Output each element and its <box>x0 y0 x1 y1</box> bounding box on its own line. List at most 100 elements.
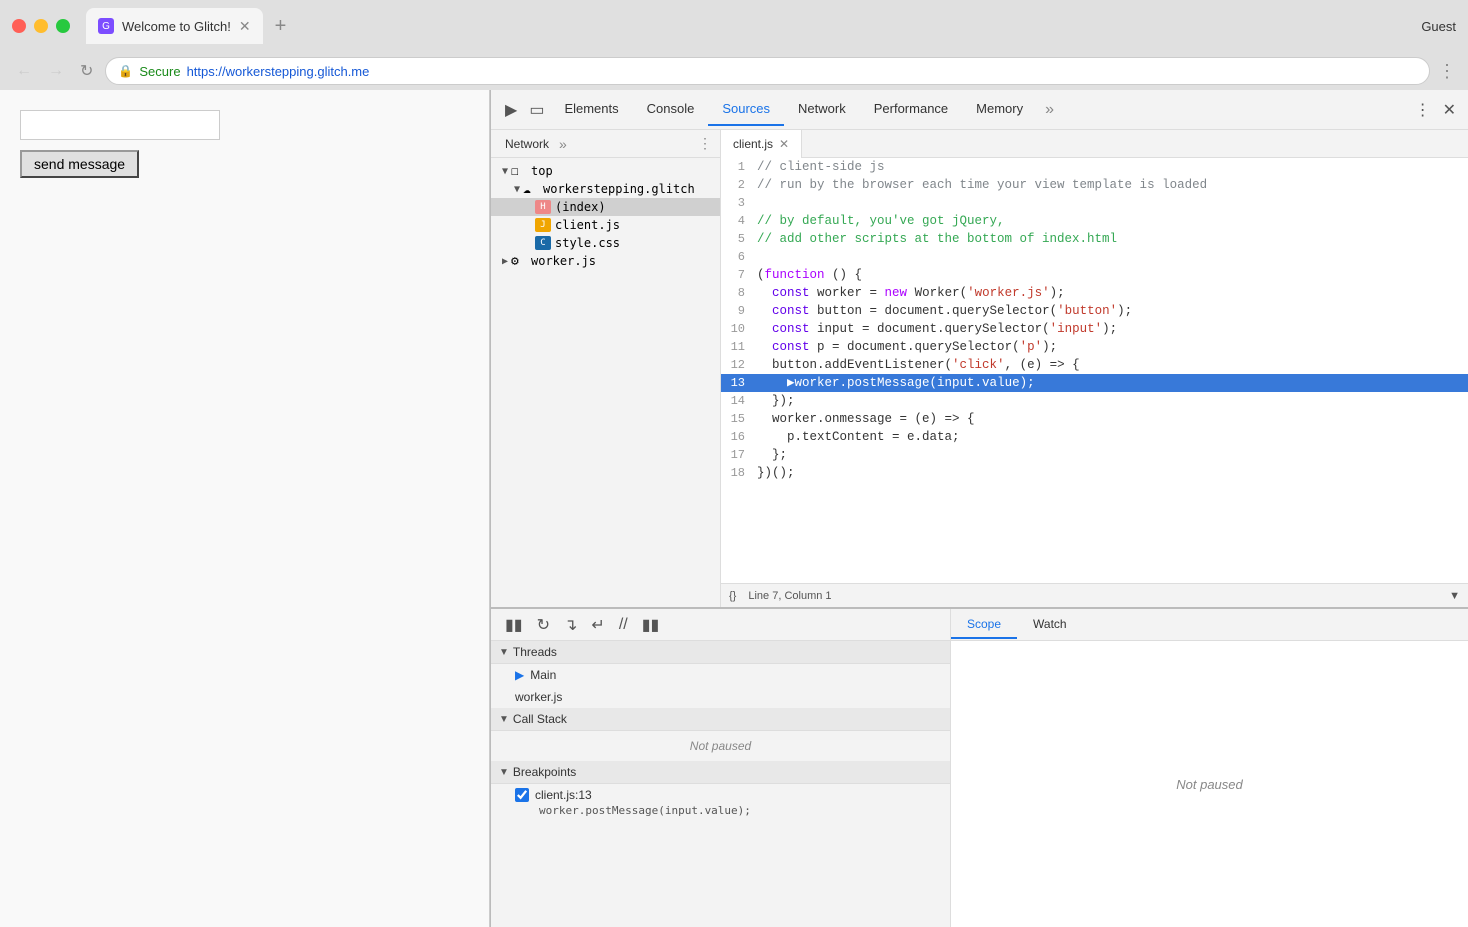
tab-network[interactable]: Network <box>784 93 860 126</box>
browser-chrome: G Welcome to Glitch! ✕ + Guest ← → ↻ 🔒 S… <box>0 0 1468 90</box>
url-text: https://workerstepping.glitch.me <box>187 64 370 79</box>
main-area: send message ▶ ▭ Elements Console Source… <box>0 90 1468 927</box>
tab-performance[interactable]: Performance <box>860 93 962 126</box>
tree-label-top: top <box>531 164 712 178</box>
network-tab-label[interactable]: Network <box>499 133 555 155</box>
threads-label: Threads <box>513 645 557 659</box>
code-line-2: 2 // run by the browser each time your v… <box>721 176 1468 194</box>
call-stack-arrow: ▼ <box>499 714 509 725</box>
code-line-8: 8 const worker = new Worker('worker.js')… <box>721 284 1468 302</box>
code-tab-clientjs[interactable]: client.js ✕ <box>721 130 802 158</box>
thread-item-worker[interactable]: worker.js <box>491 686 950 708</box>
tree-arrow-workerjs: ▶ <box>499 256 511 267</box>
breakpoint-checkbox-1[interactable] <box>515 788 529 802</box>
devtools-tabs-more[interactable]: » <box>1037 97 1062 123</box>
title-bar: G Welcome to Glitch! ✕ + Guest <box>0 0 1468 52</box>
file-panel-menu-button[interactable]: ⋮ <box>698 135 712 152</box>
devtools-close-button[interactable]: ✕ <box>1439 96 1460 124</box>
file-panel-more-button[interactable]: » <box>559 136 567 152</box>
cloud-icon: ☁ <box>523 182 539 196</box>
call-stack-empty: Not paused <box>491 731 950 761</box>
back-button[interactable]: ← <box>12 58 36 84</box>
code-line-7: 7 (function () { <box>721 266 1468 284</box>
call-stack-section-header[interactable]: ▼ Call Stack <box>491 708 950 731</box>
thread-main-arrow: ▶ <box>515 668 524 682</box>
debugger-panel: ▮▮ ↻ ↴ ↵ // ▮▮ ▼ Threads <box>491 609 951 927</box>
threads-section-header[interactable]: ▼ Threads <box>491 641 950 664</box>
devtools-tabs: Elements Console Sources Network Perform… <box>550 93 1410 126</box>
browser-tab[interactable]: G Welcome to Glitch! ✕ <box>86 8 263 44</box>
tab-memory[interactable]: Memory <box>962 93 1037 126</box>
tree-item-top[interactable]: ▼ ☐ top <box>491 162 720 180</box>
tab-elements[interactable]: Elements <box>550 93 632 126</box>
reload-button[interactable]: ↻ <box>76 57 97 85</box>
url-bar[interactable]: 🔒 Secure https://workerstepping.glitch.m… <box>105 57 1430 85</box>
tree-item-clientjs[interactable]: J client.js <box>491 216 720 234</box>
scope-panel: Scope Watch Not paused <box>951 609 1468 927</box>
browser-more-button[interactable]: ⋮ <box>1438 61 1456 82</box>
breakpoints-section-header[interactable]: ▼ Breakpoints <box>491 761 950 784</box>
code-line-3: 3 <box>721 194 1468 212</box>
devtools-menu-button[interactable]: ⋮ <box>1411 96 1435 124</box>
step-into-button[interactable]: ↴ <box>558 611 583 639</box>
devtools-body: Network » ⋮ ▼ ☐ top <box>491 130 1468 927</box>
breakpoint-code-1: worker.postMessage(input.value); <box>515 802 926 819</box>
close-traffic-light[interactable] <box>12 19 26 33</box>
maximize-traffic-light[interactable] <box>56 19 70 33</box>
code-line-17: 17 }; <box>721 446 1468 464</box>
device-icon[interactable]: ▭ <box>523 96 550 124</box>
code-line-9: 9 const button = document.querySelector(… <box>721 302 1468 320</box>
file-panel: Network » ⋮ ▼ ☐ top <box>491 130 721 607</box>
deactivate-breakpoints-button[interactable]: // <box>613 612 634 638</box>
code-line-1: 1 // client-side js <box>721 158 1468 176</box>
scope-tab-watch[interactable]: Watch <box>1017 611 1083 639</box>
tree-item-index[interactable]: H (index) <box>491 198 720 216</box>
debugger-toolbar: ▮▮ ↻ ↴ ↵ // ▮▮ <box>491 609 950 641</box>
code-tab-close-button[interactable]: ✕ <box>779 137 789 151</box>
forward-button[interactable]: → <box>44 58 68 84</box>
step-out-button[interactable]: ↵ <box>585 611 610 639</box>
breakpoint-item-1: client.js:13 worker.postMessage(input.va… <box>491 784 950 823</box>
tree-label-workerjs: worker.js <box>531 254 712 268</box>
tree-arrow-domain: ▼ <box>511 184 523 195</box>
new-tab-button[interactable]: + <box>267 11 295 42</box>
css-file-icon: C <box>535 236 551 250</box>
debugger-sections: ▼ Threads ▶ Main worker.js ▼ <box>491 641 950 927</box>
scope-content: Not paused <box>951 641 1468 927</box>
status-bar-position: Line 7, Column 1 <box>748 590 831 602</box>
tree-item-domain[interactable]: ▼ ☁ workerstepping.glitch <box>491 180 720 198</box>
tab-sources[interactable]: Sources <box>708 93 784 126</box>
thread-main-label: Main <box>530 668 556 682</box>
html-file-icon: H <box>535 200 551 214</box>
tree-label-domain: workerstepping.glitch <box>543 182 712 196</box>
tab-close-button[interactable]: ✕ <box>239 18 251 35</box>
tab-favicon: G <box>98 18 114 34</box>
pause-on-exceptions-button[interactable]: ▮▮ <box>636 611 666 639</box>
status-bar-expand[interactable]: ▼ <box>1449 590 1460 602</box>
address-bar: ← → ↻ 🔒 Secure https://workerstepping.gl… <box>0 52 1468 90</box>
code-panel: client.js ✕ 1 // client-side js 2 // run… <box>721 130 1468 607</box>
devtools-top-pane: Network » ⋮ ▼ ☐ top <box>491 130 1468 607</box>
status-bar-left: {} <box>729 590 736 602</box>
devtools-bottom-pane: ▮▮ ↻ ↴ ↵ // ▮▮ ▼ Threads <box>491 607 1468 927</box>
secure-text: Secure <box>139 64 180 79</box>
tab-console[interactable]: Console <box>633 93 709 126</box>
folder-icon: ☐ <box>511 164 527 178</box>
thread-item-main[interactable]: ▶ Main <box>491 664 950 686</box>
devtools-actions: ⋮ ✕ <box>1411 96 1460 124</box>
js-file-icon: J <box>535 218 551 232</box>
minimize-traffic-light[interactable] <box>34 19 48 33</box>
tab-bar: G Welcome to Glitch! ✕ + <box>86 8 1421 44</box>
code-tab-bar: client.js ✕ <box>721 130 1468 158</box>
devtools-panel: ▶ ▭ Elements Console Sources Network Per… <box>490 90 1468 927</box>
code-view[interactable]: 1 // client-side js 2 // run by the brow… <box>721 158 1468 583</box>
tree-item-workerjs[interactable]: ▶ ⚙ worker.js <box>491 252 720 270</box>
pause-button[interactable]: ▮▮ <box>499 611 529 639</box>
not-paused-text: Not paused <box>1176 777 1243 792</box>
inspector-icon[interactable]: ▶ <box>499 96 523 124</box>
scope-tab-scope[interactable]: Scope <box>951 611 1017 639</box>
send-message-button[interactable]: send message <box>20 150 139 178</box>
message-input[interactable] <box>20 110 220 140</box>
step-over-button[interactable]: ↻ <box>531 611 556 639</box>
tree-item-stylecss[interactable]: C style.css <box>491 234 720 252</box>
